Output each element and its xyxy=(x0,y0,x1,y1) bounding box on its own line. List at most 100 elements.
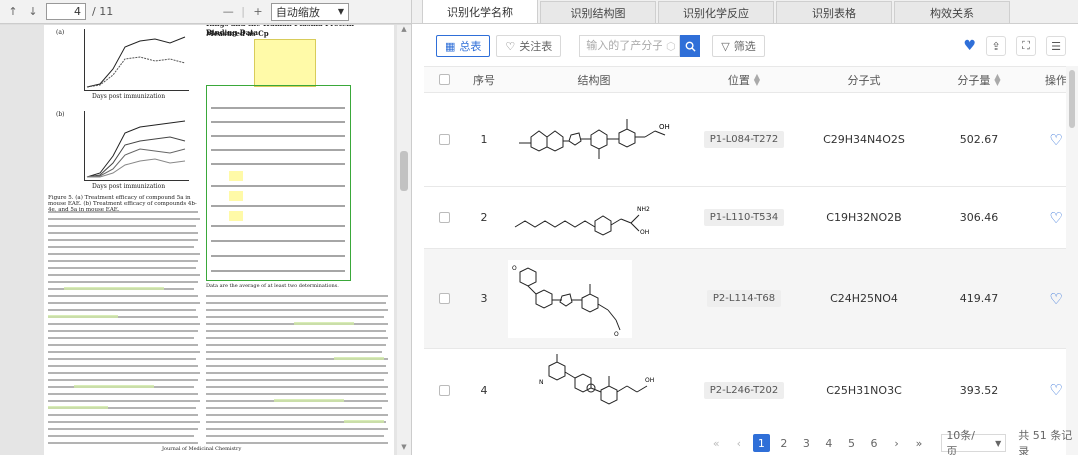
fullscreen-icon[interactable]: ⛶ xyxy=(1016,36,1036,56)
zoom-label: 自动缩放 xyxy=(275,5,320,19)
all-table-button[interactable]: ▦ 总表 xyxy=(436,35,491,57)
row-formula: C25H31NO3C xyxy=(826,383,902,397)
header-weight-cell[interactable]: 分子量 ▲ ▼ xyxy=(924,67,1034,92)
position-tag[interactable]: P1-L084-T272 xyxy=(703,131,785,148)
pdf-scroll-area[interactable]: (a) Days post immunization (b) Days post… xyxy=(0,25,398,455)
search-input[interactable]: 输入的了产分子量 xyxy=(579,35,663,57)
structure-image[interactable]: OH xyxy=(504,93,684,186)
grid-icon: ▦ xyxy=(445,39,456,53)
row-weight: 393.52 xyxy=(959,383,999,397)
columns-icon[interactable]: ☰ xyxy=(1046,36,1066,56)
header-position: 位置 xyxy=(727,73,750,87)
prev-page-icon[interactable]: ↑ xyxy=(6,5,20,19)
total-count: 共 51 条记录 xyxy=(1018,429,1073,455)
pdf-scrollbar-thumb[interactable] xyxy=(400,151,408,191)
table-scrollbar[interactable] xyxy=(1066,66,1078,455)
scroll-down-icon[interactable]: ▼ xyxy=(397,443,411,455)
page-number-input[interactable]: 4 xyxy=(46,3,86,20)
export-icon[interactable]: ⇪ xyxy=(986,36,1006,56)
table-row[interactable]: 3 O O P2-L114-T68 C24H25NO4 419.47 ♡ xyxy=(424,249,1078,349)
favorite-heart-icon[interactable]: ♡ xyxy=(1049,131,1062,149)
table-row[interactable]: 1 OH P1-L084-T272 C29H34N4O2S 502.67 ♡ xyxy=(424,93,1078,187)
sort-icon[interactable]: ▲ ▼ xyxy=(994,72,1000,86)
structure-image[interactable]: O O xyxy=(504,249,684,348)
row-checkbox[interactable] xyxy=(438,293,450,304)
molecule-structure-icon: OH xyxy=(519,118,670,159)
tab-structures[interactable]: 识别结构图 xyxy=(540,1,656,23)
filter-label: 筛选 xyxy=(733,40,756,53)
table-row[interactable]: 2 NH2 OH P1-L110-T534 C19H32NO2B 306.46 … xyxy=(424,187,1078,249)
page-button[interactable]: 6 xyxy=(866,434,883,452)
heart-outline-icon: ♡ xyxy=(505,39,516,53)
search-group: 输入的了产分子量 ⬡ xyxy=(579,35,701,57)
favorite-heart-icon[interactable]: ♡ xyxy=(1049,290,1062,308)
structure-image[interactable]: OH N xyxy=(504,349,684,431)
scroll-up-icon[interactable]: ▲ xyxy=(397,25,411,37)
label-a: (a) xyxy=(56,29,65,36)
page-button[interactable]: 3 xyxy=(798,434,815,452)
last-page-icon[interactable]: » xyxy=(911,434,928,452)
position-tag[interactable]: P2-L114-T68 xyxy=(706,290,782,307)
sort-icon[interactable]: ▲ ▼ xyxy=(754,72,760,86)
pdf-toolbar: ↑ ↓ 4 / 11 — | + 自动缩放 ▼ xyxy=(0,0,411,24)
page-size-select[interactable]: 10条/页 ▼ xyxy=(941,429,1007,455)
favorite-heart-icon[interactable]: ♥ xyxy=(963,38,976,54)
header-index: 序号 xyxy=(473,73,495,87)
page-button[interactable]: 2 xyxy=(776,434,793,452)
table-scrollbar-thumb[interactable] xyxy=(1069,70,1075,128)
molecule-structure-icon: OH N xyxy=(539,354,654,405)
tab-tables[interactable]: 识别表格 xyxy=(776,1,892,23)
results-panel: 识别化学名称 识别结构图 识别化学反应 识别表格 构效关系 ▦ 总表 ♡ 关注表… xyxy=(412,0,1078,455)
header-formula: 分子式 xyxy=(847,73,881,87)
position-tag[interactable]: P2-L246-T202 xyxy=(703,381,785,399)
pdf-highlighted-table xyxy=(206,85,351,281)
position-tag[interactable]: P1-L110-T534 xyxy=(703,209,785,226)
zoom-in-icon[interactable]: + xyxy=(251,5,265,19)
row-checkbox[interactable] xyxy=(438,134,450,145)
first-page-icon[interactable]: « xyxy=(708,434,725,452)
pdf-figure-chart-a xyxy=(84,29,189,91)
tab-chemical-names[interactable]: 识别化学名称 xyxy=(422,0,538,23)
pdf-table-rows xyxy=(211,107,345,272)
tab-bar: 识别化学名称 识别结构图 识别化学反应 识别表格 构效关系 xyxy=(412,0,1078,24)
page-button[interactable]: 5 xyxy=(843,434,860,452)
pdf-table-note: Data are the average of at least two det… xyxy=(206,283,339,289)
xaxis-label-b: Days post immunization xyxy=(92,183,166,190)
favorites-table-button[interactable]: ♡ 关注表 xyxy=(496,35,562,57)
page-button[interactable]: 4 xyxy=(821,434,838,452)
pdf-scrollbar[interactable]: ▲ ▼ xyxy=(397,25,411,455)
select-all-checkbox[interactable] xyxy=(438,74,450,85)
prev-page-icon[interactable]: ‹ xyxy=(731,434,748,452)
select-all-cell[interactable] xyxy=(424,67,464,92)
pagination: « ‹ 1 2 3 4 5 6 › » 10条/页 ▼ 共 51 条记录 xyxy=(412,429,1078,455)
chevron-down-icon: ▼ xyxy=(337,7,345,16)
row-weight: 419.47 xyxy=(959,292,999,305)
header-position-cell[interactable]: 位置 ▲ ▼ xyxy=(684,67,804,92)
favorites-table-label: 关注表 xyxy=(519,40,553,53)
search-button[interactable] xyxy=(680,35,701,57)
tab-sar[interactable]: 构效关系 xyxy=(894,1,1010,23)
favorite-heart-icon[interactable]: ♡ xyxy=(1049,209,1062,227)
zoom-out-icon[interactable]: — xyxy=(221,5,235,19)
favorite-heart-icon[interactable]: ♡ xyxy=(1049,381,1062,399)
next-page-icon[interactable]: › xyxy=(888,434,905,452)
molecule-structure-icon: NH2 OH xyxy=(514,206,650,236)
page-button[interactable]: 1 xyxy=(753,434,770,452)
chart-a-lines xyxy=(86,36,186,88)
filter-button[interactable]: ▽ 筛选 xyxy=(712,35,765,57)
next-page-icon[interactable]: ↓ xyxy=(26,5,40,19)
structure-image[interactable]: NH2 OH xyxy=(504,187,684,248)
tab-reactions[interactable]: 识别化学反应 xyxy=(658,1,774,23)
row-checkbox[interactable] xyxy=(438,384,450,396)
row-index: 3 xyxy=(480,292,488,305)
svg-text:O: O xyxy=(614,331,619,338)
row-weight: 306.46 xyxy=(959,211,999,224)
row-formula: C19H32NO2B xyxy=(826,211,902,224)
svg-text:OH: OH xyxy=(640,229,649,236)
zoom-select[interactable]: 自动缩放 ▼ xyxy=(270,2,350,21)
row-formula: C24H25NO4 xyxy=(830,292,898,305)
page-total: / 11 xyxy=(92,5,114,18)
structure-search-icon[interactable]: ⬡ xyxy=(662,35,681,57)
row-checkbox[interactable] xyxy=(438,212,450,223)
table-row[interactable]: 4 OH N P2-L246-T202 C25H31NO3C 393.52 ♡ xyxy=(424,349,1078,431)
